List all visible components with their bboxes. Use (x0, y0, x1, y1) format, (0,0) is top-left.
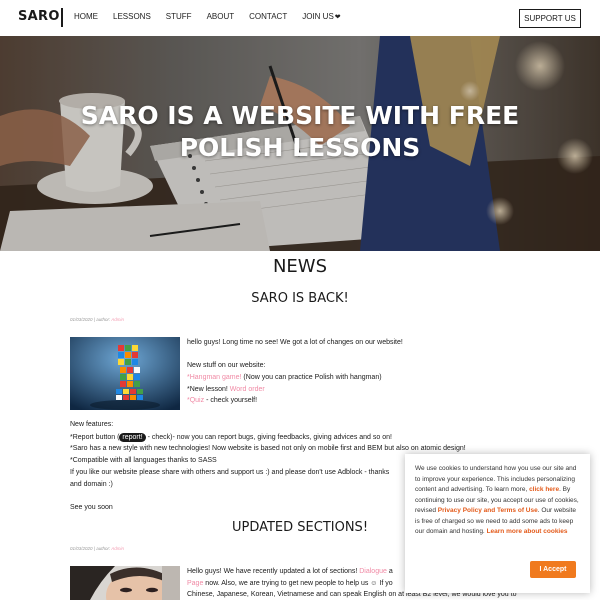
accept-cookies-button[interactable]: I Accept (530, 561, 576, 578)
post-author-link[interactable]: Admin (111, 317, 124, 322)
hero-title: SARO IS A WEBSITE WITH FREE POLISH LESSO… (0, 100, 600, 164)
rubiks-cube-image (70, 337, 180, 410)
news-heading: NEWS (272, 256, 328, 277)
privacy-policy-link[interactable]: Privacy Policy and Terms of Use (438, 507, 538, 514)
new-stuff-heading: New stuff on our website: (187, 362, 266, 369)
quiz-link[interactable]: *Quiz (187, 397, 204, 404)
cookie-message: We use cookies to understand how you use… (415, 464, 580, 538)
nav-link-about[interactable]: ABOUT (207, 12, 235, 21)
post-author-link-2[interactable]: Admin (111, 546, 124, 551)
post2-line-1: Hello guys! We have recently updated a l… (187, 568, 393, 575)
post2-line-2: Page now. Also, we are trying to get new… (187, 580, 393, 587)
cookie-click-here-link[interactable]: click here (529, 486, 559, 493)
hero-title-line-2: POLISH LESSONS (179, 133, 421, 162)
post-title[interactable]: SARO IS BACK! (70, 291, 530, 306)
site-logo[interactable]: SARO (18, 9, 60, 24)
nav-link-join-us[interactable]: JOIN US❤ (302, 12, 340, 21)
post-meta: 01/03/2020 | author: Admin (70, 317, 124, 322)
new-features-heading: New features: (70, 421, 114, 428)
nav-menu: HOME LESSONS STUFF ABOUT CONTACT JOIN US… (74, 12, 341, 21)
portrait-photo (70, 566, 180, 600)
nav-link-home[interactable]: HOME (74, 12, 98, 21)
stuff-item-quiz: *Quiz - check yourself! (187, 397, 257, 404)
feature-sass: *Compatible with all languages thanks to… (70, 457, 217, 464)
post2-line-2-text: now. Also, we are trying to get new peop… (203, 580, 393, 587)
page-link[interactable]: Page (187, 580, 203, 587)
hero-banner: SARO IS A WEBSITE WITH FREE POLISH LESSO… (0, 36, 600, 251)
quiz-desc: - check yourself! (204, 397, 258, 404)
hero-title-line-1: SARO IS A WEBSITE WITH FREE (80, 101, 520, 130)
post-meta-2: 01/03/2020 | author: Admin (70, 546, 124, 551)
post-date-2: 01/03/2020 | author: (70, 546, 111, 551)
nav-link-stuff[interactable]: STUFF (166, 12, 192, 21)
post2-line-1-tail: a (386, 568, 393, 575)
cookie-consent-banner: We use cookies to understand how you use… (405, 454, 590, 593)
feature-report-pre: *Report button ( (70, 434, 120, 441)
feature-report: *Report button (report! - check)- now yo… (70, 433, 392, 442)
heart-icon: ❤ (334, 14, 341, 21)
nav-link-contact[interactable]: CONTACT (249, 12, 287, 21)
sign-off: See you soon (70, 504, 113, 511)
support-us-button[interactable]: SUPPORT US (519, 9, 581, 28)
post-intro: hello guys! Long time no see! We got a l… (187, 339, 403, 346)
stuff-item-lesson: *New lesson! Word order (187, 386, 265, 393)
post-date: 01/03/2020 | author: (70, 317, 111, 322)
dialogue-link[interactable]: Dialogue (359, 568, 387, 575)
nav-link-lessons[interactable]: LESSONS (113, 12, 151, 21)
stuff-item-hangman: *Hangman game! (Now you can practice Pol… (187, 374, 382, 381)
learn-more-cookies-link[interactable]: Learn more about cookies (487, 528, 568, 535)
post2-line-1-text: Hello guys! We have recently updated a l… (187, 568, 360, 575)
rubiks-cube-photo (70, 337, 180, 410)
nav-link-join-us-label: JOIN US (302, 12, 334, 21)
support-text: If you like our website please share wit… (70, 469, 390, 476)
hangman-desc: (Now you can practice Polish with hangma… (241, 374, 382, 381)
top-navbar: SARO HOME LESSONS STUFF ABOUT CONTACT JO… (0, 0, 600, 36)
new-lesson-label: *New lesson! (187, 386, 230, 393)
logo-divider (61, 8, 63, 27)
report-button[interactable]: report! (119, 433, 146, 442)
feature-report-post: - check)- now you can report bugs, givin… (145, 434, 392, 441)
makeup-portrait-image (70, 566, 180, 600)
word-order-link[interactable]: Word order (230, 386, 265, 393)
feature-style: *Saro has a new style with new technolog… (70, 445, 466, 452)
support-text-continued: and domain :) (70, 481, 113, 488)
hangman-link[interactable]: *Hangman game! (187, 374, 241, 381)
